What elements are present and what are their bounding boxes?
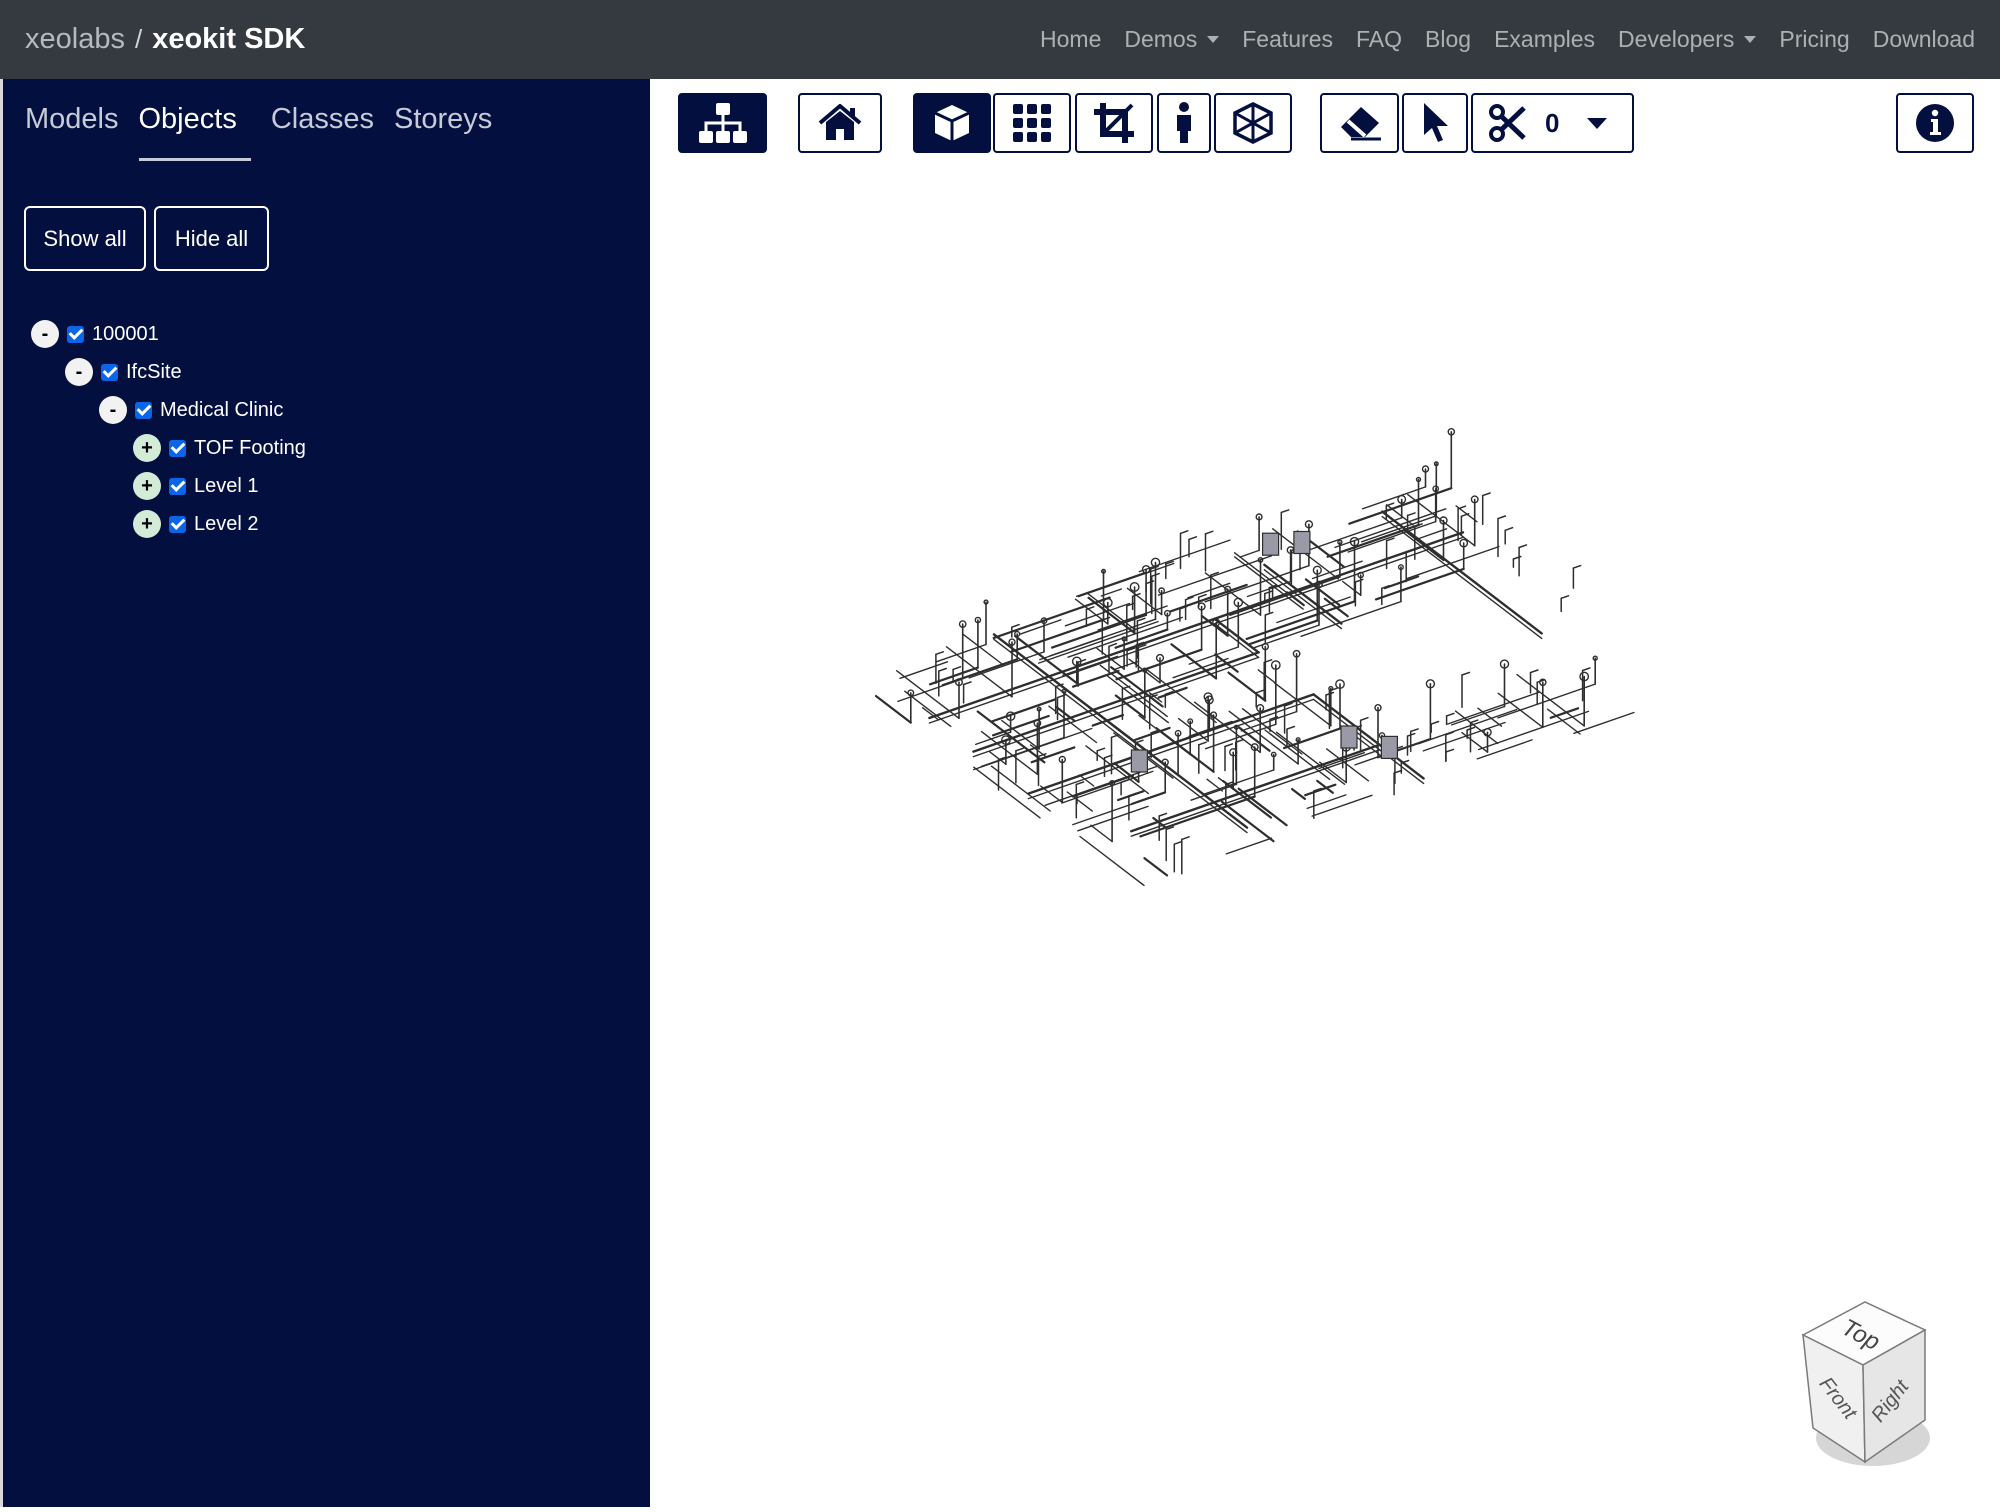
expand-toggle[interactable]: + — [133, 434, 161, 462]
nav-pricing[interactable]: Pricing — [1779, 26, 1849, 53]
nav-cube[interactable]: Top Front Right — [1775, 1290, 1975, 1490]
nav-features[interactable]: Features — [1242, 26, 1333, 53]
tree-node: + TOF Footing — [133, 429, 306, 467]
node-label[interactable]: IfcSite — [126, 361, 182, 384]
node-label[interactable]: Medical Clinic — [160, 399, 283, 422]
explorer-tabs: Models Objects Classes Storeys — [25, 103, 512, 161]
hide-all-button[interactable]: Hide all — [154, 206, 269, 271]
tree-node: - 100001 — [31, 315, 306, 353]
brand-separator: / — [134, 24, 143, 54]
nav-demos[interactable]: Demos — [1124, 26, 1220, 53]
collapse-toggle[interactable]: - — [65, 358, 93, 386]
node-label[interactable]: Level 2 — [194, 513, 259, 536]
nav-home[interactable]: Home — [1040, 26, 1101, 53]
node-label[interactable]: Level 1 — [194, 475, 259, 498]
show-all-button[interactable]: Show all — [24, 206, 146, 271]
nav-faq[interactable]: FAQ — [1356, 26, 1402, 53]
object-tree: - 100001 - IfcSite - Medical Clinic + TO… — [31, 315, 306, 543]
tree-node: + Level 1 — [133, 467, 306, 505]
tab-storeys[interactable]: Storeys — [394, 103, 492, 161]
chevron-down-icon — [1744, 36, 1757, 43]
node-checkbox[interactable] — [101, 363, 118, 381]
explorer-panel: Models Objects Classes Storeys Show all … — [3, 79, 650, 1507]
tree-node: + Level 2 — [133, 505, 306, 543]
nav-blog[interactable]: Blog — [1425, 26, 1471, 53]
tree-node: - IfcSite — [65, 353, 306, 391]
tab-models[interactable]: Models — [25, 103, 119, 161]
node-checkbox[interactable] — [135, 401, 152, 419]
node-label[interactable]: 100001 — [92, 323, 159, 346]
node-label[interactable]: TOF Footing — [194, 437, 306, 460]
brand-org[interactable]: xeolabs — [25, 23, 125, 56]
collapse-toggle[interactable]: - — [99, 396, 127, 424]
nav-download[interactable]: Download — [1873, 26, 1975, 53]
nav-developers-label: Developers — [1618, 26, 1735, 52]
nav-links: Home Demos Features FAQ Blog Examples De… — [1017, 0, 1975, 79]
collapse-toggle[interactable]: - — [31, 320, 59, 348]
nav-examples[interactable]: Examples — [1494, 26, 1595, 53]
brand-product[interactable]: xeokit SDK — [152, 23, 305, 56]
node-checkbox[interactable] — [169, 515, 186, 533]
node-checkbox[interactable] — [169, 477, 186, 495]
expand-toggle[interactable]: + — [133, 510, 161, 538]
nav-developers[interactable]: Developers — [1618, 26, 1757, 53]
tab-classes[interactable]: Classes — [271, 103, 374, 161]
node-checkbox[interactable] — [67, 325, 84, 343]
brand[interactable]: xeolabs / xeokit SDK — [25, 0, 305, 79]
node-checkbox[interactable] — [169, 439, 186, 457]
expand-toggle[interactable]: + — [133, 472, 161, 500]
chevron-down-icon — [1207, 36, 1220, 43]
visibility-buttons: Show all Hide all — [24, 206, 277, 271]
tab-objects[interactable]: Objects — [138, 103, 251, 161]
nav-demos-label: Demos — [1124, 26, 1198, 52]
tree-node: - Medical Clinic — [99, 391, 306, 429]
top-navbar: xeolabs / xeokit SDK Home Demos Features… — [0, 0, 2000, 79]
